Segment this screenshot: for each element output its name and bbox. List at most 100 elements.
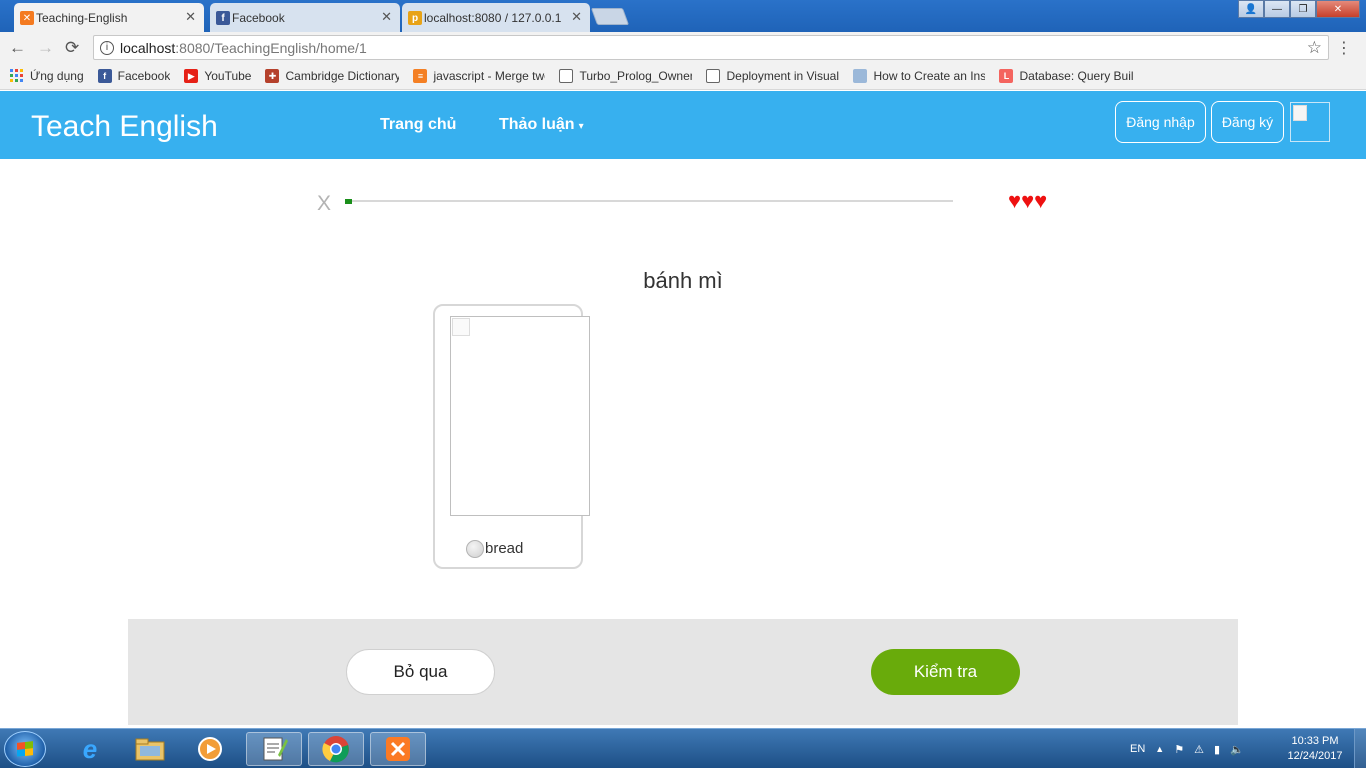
facebook-icon: f — [216, 11, 230, 25]
tab-teaching-english[interactable]: ✕ Teaching-English ✕ — [14, 3, 204, 32]
tab-title: Teaching-English — [36, 10, 128, 25]
bookmark-label: Turbo_Prolog_Owner — [579, 69, 693, 83]
youtube-icon: ▶ — [184, 69, 199, 83]
bookmark-youtube[interactable]: ▶ YouTube — [184, 69, 251, 83]
new-tab-button[interactable] — [590, 8, 630, 25]
laravel-icon: L — [999, 69, 1014, 83]
facebook-icon: f — [97, 69, 112, 83]
nav-discussion-label: Thảo luận — [499, 116, 575, 133]
tab-title: Facebook — [232, 10, 285, 25]
bookmarks-bar: Ứng dụng f Facebook ▶ YouTube ✚ Cambridg… — [0, 63, 1366, 90]
bookmark-star-icon[interactable]: ☆ — [1307, 38, 1322, 58]
tab-phpmyadmin[interactable]: p localhost:8080 / 127.0.0.1 ✕ — [402, 3, 590, 32]
nav-discussion[interactable]: Thảo luận ▾ — [499, 116, 584, 134]
clock-time: 10:33 PM — [1291, 735, 1339, 747]
url-path: :8080/TeachingEnglish/home/1 — [175, 39, 367, 56]
network-warning-icon[interactable]: ⚠ — [1194, 743, 1204, 756]
phpmyadmin-icon: p — [408, 11, 422, 25]
lives-hearts: ♥ ♥ ♥ — [1008, 190, 1047, 212]
bookmark-label: javascript - Merge two — [433, 69, 546, 83]
close-tab-icon[interactable]: ✕ — [185, 9, 196, 25]
apps-grid-icon — [10, 69, 24, 83]
taskbar-clock[interactable]: 10:33 PM 12/24/2017 — [1282, 734, 1348, 764]
file-explorer-icon[interactable] — [122, 732, 178, 766]
bookmark-database-query[interactable]: L Database: Query Build — [999, 69, 1133, 83]
language-indicator[interactable]: EN — [1130, 743, 1145, 755]
url-host: localhost — [120, 39, 176, 56]
bookmark-deployment[interactable]: Deployment in Visual — [706, 69, 839, 83]
cambridge-crest-icon: ✚ — [265, 69, 280, 83]
answer-image-placeholder — [450, 316, 590, 516]
media-player-icon[interactable] — [182, 732, 238, 766]
system-tray: EN ▲ ⚑ ⚠ ▮ 🔈 — [1130, 729, 1254, 768]
lesson-action-bar: Bỏ qua Kiểm tra — [128, 619, 1238, 725]
close-tab-icon[interactable]: ✕ — [381, 9, 392, 25]
chevron-down-icon: ▾ — [578, 121, 584, 132]
chrome-icon[interactable] — [308, 732, 364, 766]
reload-button[interactable]: ⟳ — [65, 38, 79, 58]
answer-label: bread — [485, 540, 524, 557]
bookmark-how-to-create[interactable]: How to Create an Inst — [853, 69, 985, 83]
forward-button[interactable]: → — [37, 38, 54, 58]
app-header: Teach English Trang chủ Thảo luận ▾ Đăng … — [0, 91, 1366, 159]
avatar[interactable] — [1290, 102, 1330, 142]
bookmark-facebook[interactable]: f Facebook — [97, 69, 171, 83]
bookmark-label: Deployment in Visual — [726, 69, 839, 83]
bookmark-apps[interactable]: Ứng dụng — [10, 69, 84, 83]
brand-logo[interactable]: Teach English — [31, 110, 218, 144]
quit-lesson-button[interactable]: X — [317, 192, 331, 216]
signal-strength-icon[interactable]: ▮ — [1214, 743, 1220, 756]
stackoverflow-icon: ≡ — [413, 69, 428, 83]
answer-radio[interactable] — [466, 540, 484, 558]
nav-home[interactable]: Trang chủ — [380, 116, 456, 134]
browser-tab-strip: ✕ Teaching-English ✕ f Facebook ✕ p loca… — [0, 0, 1366, 32]
maximize-button[interactable]: ❐ — [1290, 0, 1316, 18]
document-icon — [559, 69, 574, 83]
tab-facebook[interactable]: f Facebook ✕ — [210, 3, 400, 32]
answer-card[interactable]: bread — [433, 304, 590, 569]
windows-taskbar: e EN ▲ ⚑ ⚠ ▮ 🔈 10:33 PM 12/24/2017 — [0, 728, 1366, 768]
browser-toolbar: ← → ⟳ i localhost:8080/TeachingEnglish/h… — [0, 32, 1366, 63]
bookmark-label: YouTube — [204, 69, 252, 83]
bookmark-label: Ứng dụng — [30, 69, 84, 83]
bookmark-label: Cambridge Dictionary — [285, 69, 400, 83]
login-button[interactable]: Đăng nhập — [1115, 101, 1206, 143]
browser-menu-icon[interactable]: ⋮ — [1336, 38, 1352, 58]
heart-icon: ♥ — [1021, 188, 1035, 213]
document-icon — [706, 69, 721, 83]
bookmark-turbo-prolog[interactable]: Turbo_Prolog_Owner — [559, 69, 692, 83]
page-icon — [853, 69, 868, 83]
back-button[interactable]: ← — [9, 38, 26, 58]
close-window-button[interactable]: ✕ — [1316, 0, 1360, 18]
user-profile-icon[interactable]: 👤 — [1238, 0, 1264, 18]
show-desktop-button[interactable] — [1354, 729, 1366, 768]
lesson-progress-fill — [345, 199, 352, 204]
bookmark-cambridge[interactable]: ✚ Cambridge Dictionary — [265, 69, 399, 83]
tab-title: localhost:8080 / 127.0.0.1 — [424, 10, 562, 25]
bookmark-label: Facebook — [117, 69, 171, 83]
heart-icon: ♥ — [1034, 188, 1048, 213]
site-info-icon[interactable]: i — [100, 40, 114, 55]
bookmark-label: Database: Query Build — [1019, 69, 1134, 83]
xampp-icon[interactable] — [370, 732, 426, 766]
action-center-flag-icon[interactable]: ⚑ — [1174, 743, 1184, 756]
check-button[interactable]: Kiểm tra — [871, 649, 1020, 695]
skip-button[interactable]: Bỏ qua — [346, 649, 495, 695]
notepad-plus-icon[interactable] — [246, 732, 302, 766]
show-hidden-icons-button[interactable]: ▲ — [1155, 744, 1164, 754]
xampp-icon: ✕ — [20, 11, 34, 25]
close-tab-icon[interactable]: ✕ — [571, 9, 582, 25]
register-button[interactable]: Đăng ký — [1211, 101, 1284, 143]
clock-date: 12/24/2017 — [1287, 750, 1343, 762]
bookmark-label: How to Create an Inst — [873, 69, 986, 83]
internet-explorer-icon[interactable]: e — [62, 732, 118, 766]
start-button[interactable] — [4, 731, 46, 767]
bookmark-stackoverflow[interactable]: ≡ javascript - Merge two — [413, 69, 545, 83]
volume-icon[interactable]: 🔈 — [1230, 743, 1244, 756]
question-prompt: bánh mì — [643, 268, 723, 293]
lesson-progress-bar — [345, 199, 953, 204]
window-controls: 👤 — ❐ ✕ — [1238, 0, 1360, 18]
address-bar[interactable]: i localhost:8080/TeachingEnglish/home/1 … — [93, 35, 1329, 60]
minimize-button[interactable]: — — [1264, 0, 1290, 18]
heart-icon: ♥ — [1008, 188, 1022, 213]
